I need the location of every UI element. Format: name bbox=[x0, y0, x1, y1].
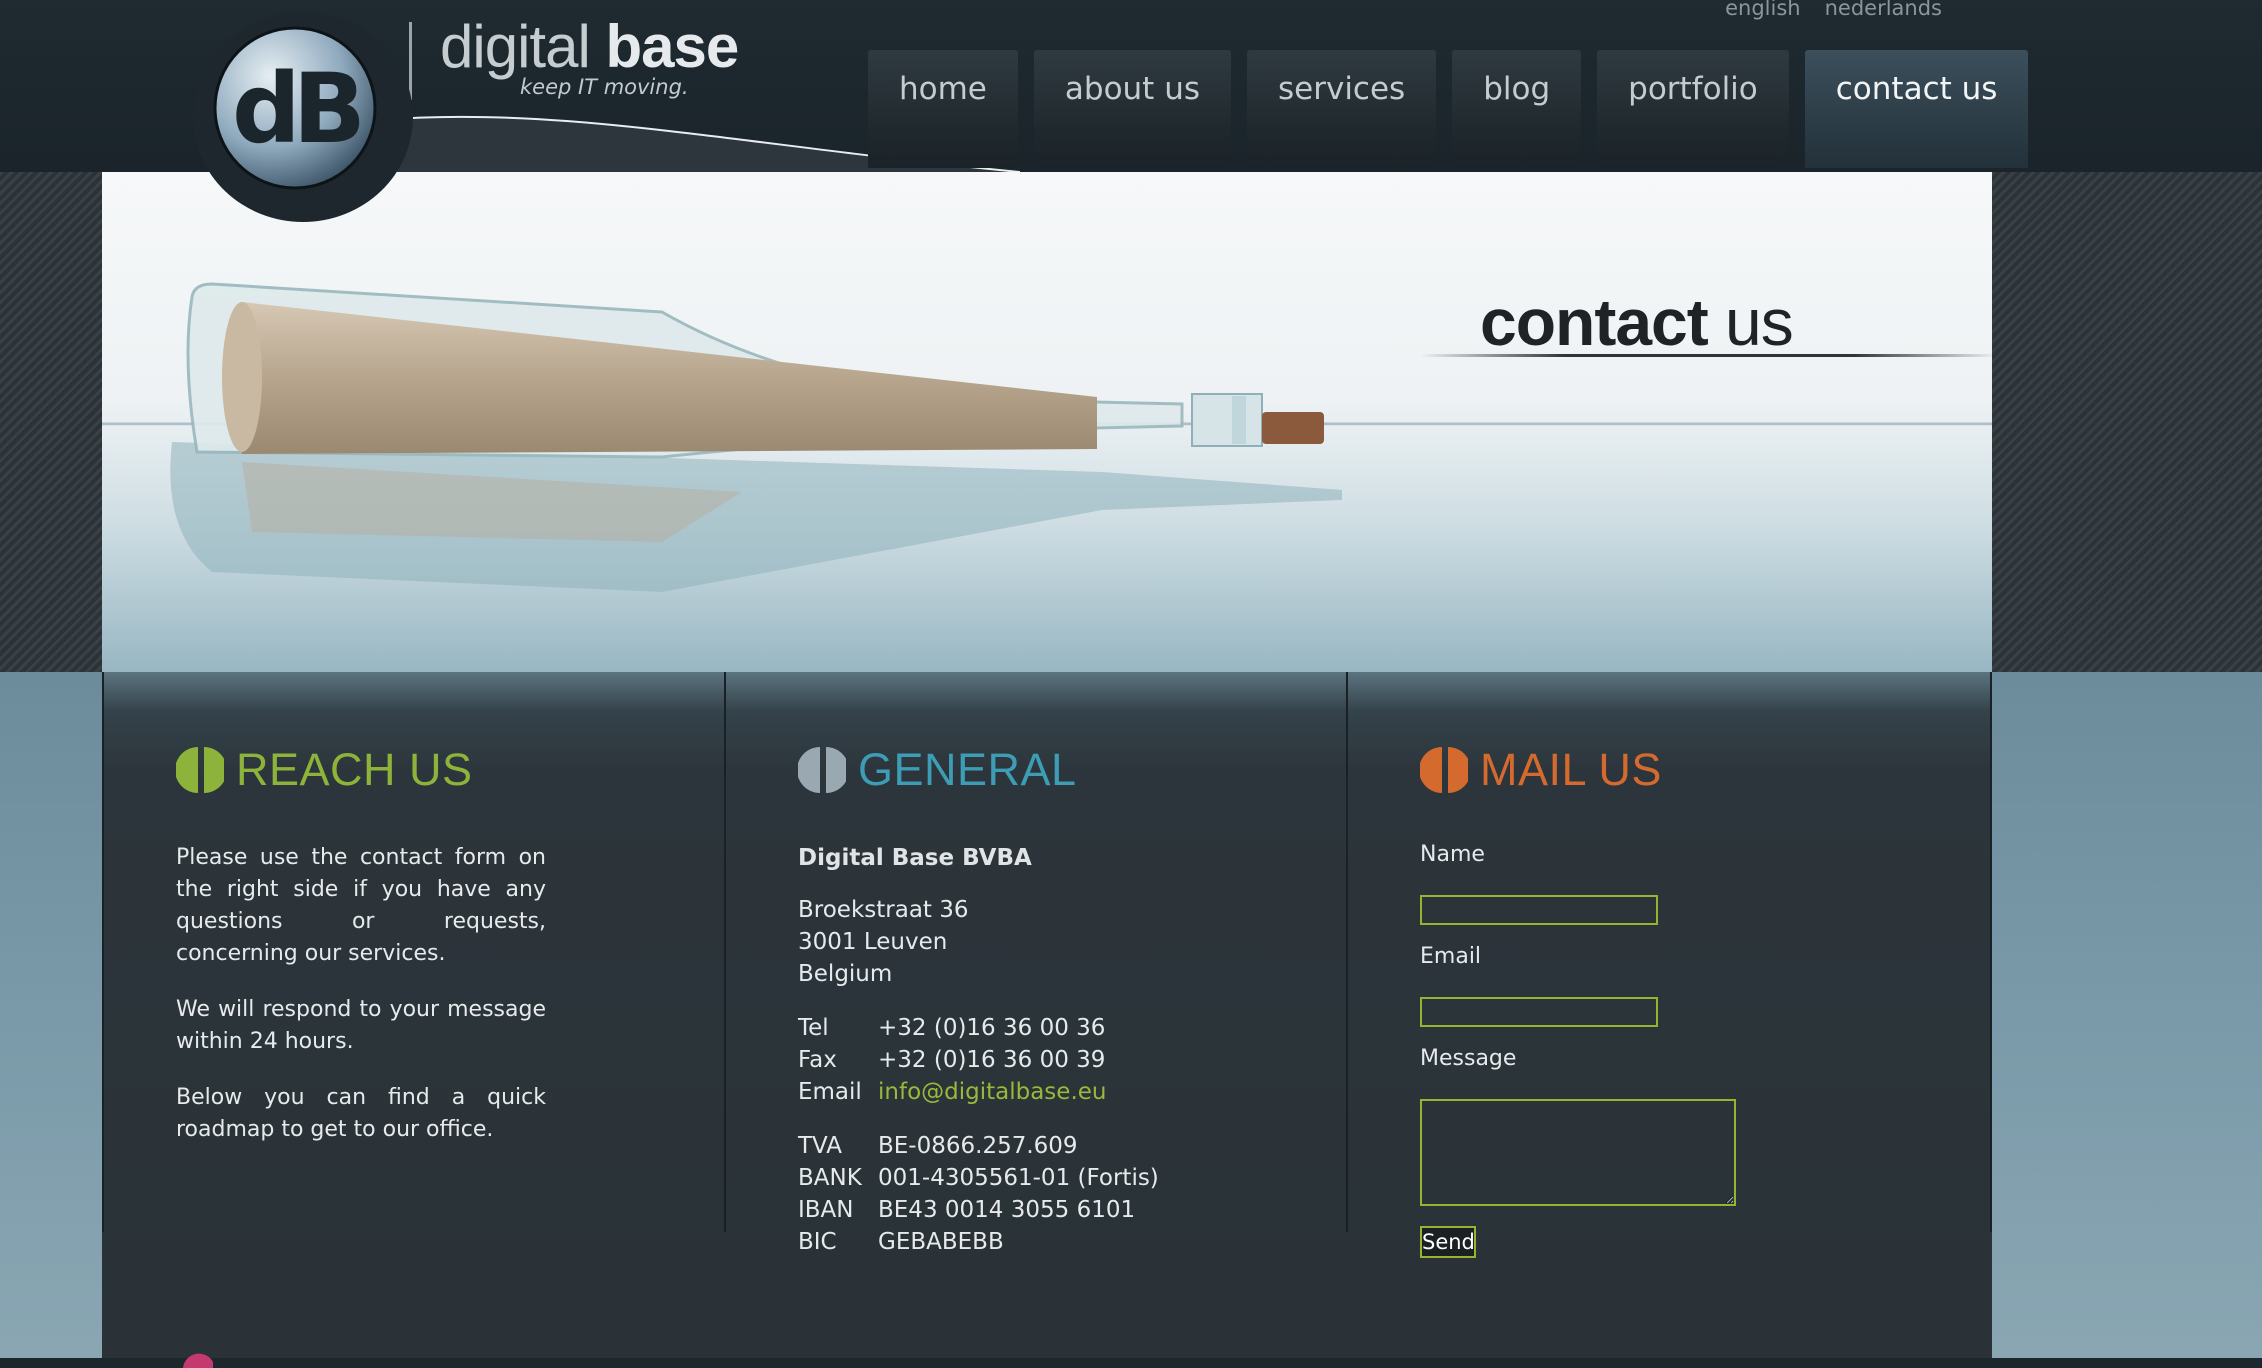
general-heading: GENERAL bbox=[798, 744, 1077, 796]
reach-us-column: REACH US Please use the contact form on … bbox=[102, 672, 724, 1232]
reach-us-heading: REACH US bbox=[176, 744, 473, 796]
fax-row: Fax +32 (0)16 36 00 39 bbox=[798, 1044, 1106, 1076]
bic-label: BIC bbox=[798, 1229, 837, 1255]
bic-row: BIC GEBABEBB bbox=[798, 1226, 1159, 1258]
reach-us-paragraph-1: Please use the contact form on the right… bbox=[176, 845, 546, 966]
message-textarea[interactable] bbox=[1420, 1099, 1736, 1206]
language-switcher: english nederlands bbox=[1725, 0, 1942, 20]
logo-badge-wrapper[interactable]: dB bbox=[193, 12, 413, 222]
nav-blog[interactable]: blog bbox=[1452, 50, 1582, 168]
logo-wordmark[interactable]: digital base bbox=[440, 12, 739, 81]
tva-label: TVA bbox=[798, 1133, 843, 1159]
contact-content: REACH US Please use the contact form on … bbox=[102, 672, 1992, 1368]
bank-row: BANK 001-4305561-01 (Fortis) bbox=[798, 1162, 1159, 1194]
fax-value: +32 (0)16 36 00 39 bbox=[878, 1047, 1106, 1073]
reach-us-paragraph-2: We will respond to your message within 2… bbox=[176, 997, 546, 1054]
half-circle-icon bbox=[1420, 747, 1468, 793]
mail-us-column: MAIL US Name Email Message Send bbox=[1346, 672, 1992, 1258]
email-link[interactable]: info@digitalbase.eu bbox=[878, 1076, 1106, 1108]
company-name-text: Digital Base BVBA bbox=[798, 845, 1032, 871]
name-input[interactable] bbox=[1420, 895, 1658, 925]
nav-services[interactable]: services bbox=[1247, 50, 1437, 168]
email-row: Email info@digitalbase.eu bbox=[798, 1076, 1106, 1108]
banner-title-bold: contact bbox=[1480, 285, 1709, 359]
nav-contact-us[interactable]: contact us bbox=[1804, 50, 2029, 168]
banner-pattern-left bbox=[0, 172, 102, 672]
nav-about-us[interactable]: about us bbox=[1033, 50, 1231, 168]
address-block: Broekstraat 36 3001 Leuven Belgium bbox=[798, 894, 969, 990]
svg-text:dB: dB bbox=[232, 53, 360, 165]
banner-title-light: us bbox=[1707, 285, 1794, 359]
reach-us-title: REACH US bbox=[236, 744, 473, 795]
tel-row: Tel +32 (0)16 36 00 36 bbox=[798, 1012, 1106, 1044]
mail-us-heading: MAIL US bbox=[1420, 744, 1662, 796]
logo-db-icon: dB bbox=[213, 26, 377, 190]
address-city: 3001 Leuven bbox=[798, 929, 948, 955]
tva-value: BE-0866.257.609 bbox=[878, 1133, 1078, 1159]
logo-divider bbox=[409, 22, 412, 100]
language-nederlands-link[interactable]: nederlands bbox=[1825, 0, 1942, 20]
reach-us-paragraph-3: Below you can find a quick roadmap to ge… bbox=[176, 1085, 546, 1142]
nav-portfolio[interactable]: portfolio bbox=[1597, 50, 1789, 168]
send-button[interactable]: Send bbox=[1420, 1226, 1476, 1258]
tva-row: TVA BE-0866.257.609 bbox=[798, 1130, 1159, 1162]
tel-value: +32 (0)16 36 00 36 bbox=[878, 1015, 1106, 1041]
company-name: Digital Base BVBA bbox=[798, 842, 1032, 874]
bottle-illustration bbox=[102, 282, 1992, 672]
general-column: GENERAL Digital Base BVBA Broekstraat 36… bbox=[724, 672, 1346, 1255]
banner-pattern-right bbox=[1992, 172, 2262, 672]
bank-value: 001-4305561-01 (Fortis) bbox=[878, 1165, 1159, 1191]
message-label: Message bbox=[1420, 1046, 1517, 1071]
fax-label: Fax bbox=[798, 1047, 837, 1073]
bank-label: BANK bbox=[798, 1165, 862, 1191]
email-label: Email bbox=[1420, 944, 1482, 969]
iban-value: BE43 0014 3055 6101 bbox=[878, 1197, 1136, 1223]
iban-row: IBAN BE43 0014 3055 6101 bbox=[798, 1194, 1159, 1226]
logo-name-bold: base bbox=[605, 13, 739, 80]
site-header: english nederlands dB digital base keep … bbox=[0, 0, 2262, 222]
address-country: Belgium bbox=[798, 961, 893, 987]
banner-title-underline bbox=[1420, 354, 1992, 357]
contact-block: Tel +32 (0)16 36 00 36 Fax +32 (0)16 36 00… bbox=[798, 1012, 1106, 1108]
general-title: GENERAL bbox=[858, 744, 1077, 795]
language-english-link[interactable]: english bbox=[1725, 0, 1800, 20]
hero-banner: contact us bbox=[102, 172, 1992, 672]
main-navigation: home about us services blog portfolio co… bbox=[868, 50, 2029, 168]
banner-title: contact us bbox=[1480, 284, 1794, 360]
nav-home[interactable]: home bbox=[868, 50, 1018, 168]
half-circle-icon bbox=[798, 747, 846, 793]
email-input[interactable] bbox=[1420, 997, 1658, 1027]
address-street: Broekstraat 36 bbox=[798, 897, 969, 923]
iban-label: IBAN bbox=[798, 1197, 854, 1223]
half-circle-icon bbox=[176, 747, 224, 793]
mail-us-title: MAIL US bbox=[1480, 744, 1662, 795]
company-details-block: TVA BE-0866.257.609 BANK 001-4305561-01 (F… bbox=[798, 1130, 1159, 1258]
logo-name-light: digital bbox=[440, 13, 606, 80]
section-heading-icon-partial bbox=[183, 1353, 213, 1368]
name-label: Name bbox=[1420, 842, 1485, 867]
tel-label: Tel bbox=[798, 1015, 829, 1041]
email-label: Email bbox=[798, 1079, 862, 1105]
logo-tagline: keep IT moving. bbox=[520, 75, 689, 99]
bic-value: GEBABEBB bbox=[878, 1229, 1004, 1255]
